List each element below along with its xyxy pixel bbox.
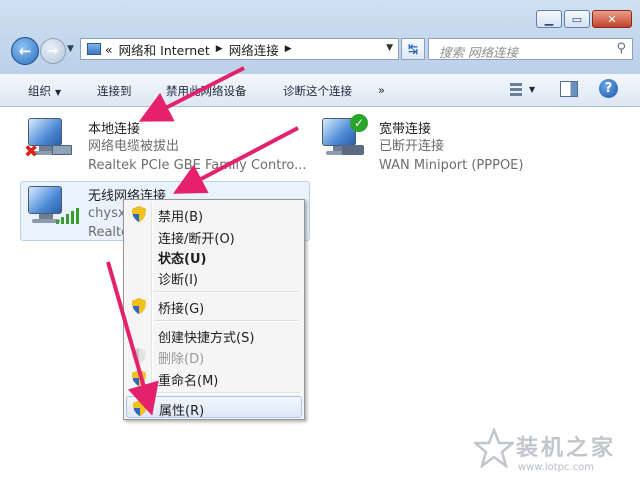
recent-pages-dropdown[interactable]: ▼ (67, 44, 74, 54)
disable-device-button[interactable]: 禁用此网络设备 (166, 83, 247, 99)
uac-shield-icon (133, 400, 147, 416)
uac-shield-icon (132, 206, 146, 222)
caption-buttons: ▁ ▭ ✕ (534, 10, 632, 28)
breadcrumb-network-connections[interactable]: 网络连接 (229, 40, 279, 59)
menu-item-status[interactable]: 状态(U) (126, 245, 302, 267)
menu-item-create-shortcut[interactable]: 创建快捷方式(S) (126, 324, 302, 346)
modem-icon (342, 145, 364, 155)
check-icon: ✓ (350, 114, 368, 132)
network-connections-window: ▁ ▭ ✕ ← → ▼ « 网络和 Internet ▶ 网络连接 ▶ ▼ ↹ … (0, 0, 640, 484)
command-bar: 组织 ▼ 连接到 禁用此网络设备 诊断这个连接 » ▼ ? (0, 74, 640, 107)
error-x-icon: ✖ (24, 142, 39, 162)
signal-bars-icon (56, 208, 79, 224)
connection-status: 已断开连接 (379, 139, 445, 154)
search-box[interactable]: 搜索 网络连接 ⚲ (428, 38, 633, 60)
organize-label: 组织 (28, 84, 51, 98)
star-logo-icon (474, 428, 514, 468)
connection-device: Realtek PCIe GBE Family Contro... (88, 158, 307, 173)
search-input[interactable]: 搜索 网络连接 (439, 42, 518, 61)
watermark-url: www.lotpc.com (518, 462, 594, 473)
menu-item-disable[interactable]: 禁用(B) (126, 203, 302, 225)
menu-item-label: 禁用(B) (158, 210, 204, 225)
refresh-button[interactable]: ↹ (401, 38, 425, 60)
maximize-button[interactable]: ▭ (564, 10, 590, 28)
more-commands-button[interactable]: » (378, 83, 385, 97)
address-dropdown-icon[interactable]: ▼ (386, 43, 393, 53)
context-menu: 禁用(B) 连接/断开(O) 状态(U) 诊断(I) 桥接(G) 创建快捷方式(… (123, 199, 305, 420)
watermark-brand: 装机之家 (516, 436, 617, 461)
back-arrow-icon: ← (18, 42, 32, 60)
view-options-dropdown-icon[interactable]: ▼ (529, 85, 535, 94)
menu-item-diagnose[interactable]: 诊断(I) (126, 266, 302, 288)
back-button[interactable]: ← (11, 37, 39, 65)
menu-item-bridge[interactable]: 桥接(G) (126, 295, 302, 317)
menu-separator (154, 320, 300, 322)
preview-pane-icon[interactable] (560, 81, 578, 97)
chevron-down-icon: ▼ (55, 88, 62, 97)
menu-item-label: 重命名(M) (158, 374, 219, 389)
connect-to-button[interactable]: 连接到 (97, 83, 132, 99)
change-view-icon[interactable] (504, 81, 522, 97)
connection-name: 本地连接 (88, 122, 141, 137)
forward-arrow-icon: → (47, 43, 59, 59)
control-panel-icon (87, 43, 101, 55)
menu-item-label: 桥接(G) (158, 302, 205, 317)
menu-separator (154, 392, 300, 394)
local-connection-item[interactable]: 本地连接 网络电缆被拔出 Realtek PCIe GBE Family Con… (88, 118, 307, 175)
close-button[interactable]: ✕ (592, 10, 632, 28)
menu-item-label: 状态(U) (158, 252, 207, 267)
uac-shield-icon (132, 348, 146, 364)
refresh-icon: ↹ (407, 42, 419, 56)
diagnose-button[interactable]: 诊断这个连接 (283, 83, 352, 99)
menu-item-label: 属性(R) (159, 404, 205, 419)
breadcrumb-separator-icon[interactable]: ▶ (285, 44, 292, 54)
menu-item-label: 诊断(I) (158, 273, 198, 288)
address-prefix[interactable]: « (105, 42, 113, 57)
organize-button[interactable]: 组织 ▼ (28, 83, 61, 99)
breadcrumb-network-internet[interactable]: 网络和 Internet (119, 40, 210, 59)
broadband-connection-item[interactable]: 宽带连接 已断开连接 WAN Miniport (PPPOE) (379, 118, 523, 175)
uac-shield-icon (132, 298, 146, 314)
uac-shield-icon (132, 370, 146, 386)
address-bar[interactable]: « 网络和 Internet ▶ 网络连接 ▶ ▼ (80, 38, 399, 60)
connection-device: WAN Miniport (PPPOE) (379, 158, 524, 173)
watermark: 装机之家 www.lotpc.com (470, 424, 638, 482)
menu-separator (154, 291, 300, 293)
forward-button[interactable]: → (40, 38, 66, 64)
breadcrumb-separator-icon[interactable]: ▶ (216, 44, 223, 54)
network-cable-icon (52, 145, 72, 155)
connection-name: 宽带连接 (379, 122, 432, 137)
search-icon[interactable]: ⚲ (616, 41, 626, 56)
menu-item-label: 创建快捷方式(S) (158, 331, 255, 346)
help-icon[interactable]: ? (599, 79, 618, 98)
menu-item-connect-disconnect[interactable]: 连接/断开(O) (126, 225, 302, 247)
menu-item-rename[interactable]: 重命名(M) (126, 367, 302, 389)
menu-item-label: 删除(D) (158, 352, 205, 367)
connection-status: 网络电缆被拔出 (88, 139, 180, 154)
menu-item-properties[interactable]: 属性(R) (126, 396, 302, 419)
minimize-button[interactable]: ▁ (536, 10, 562, 28)
menu-item-delete: 删除(D) (126, 345, 302, 367)
